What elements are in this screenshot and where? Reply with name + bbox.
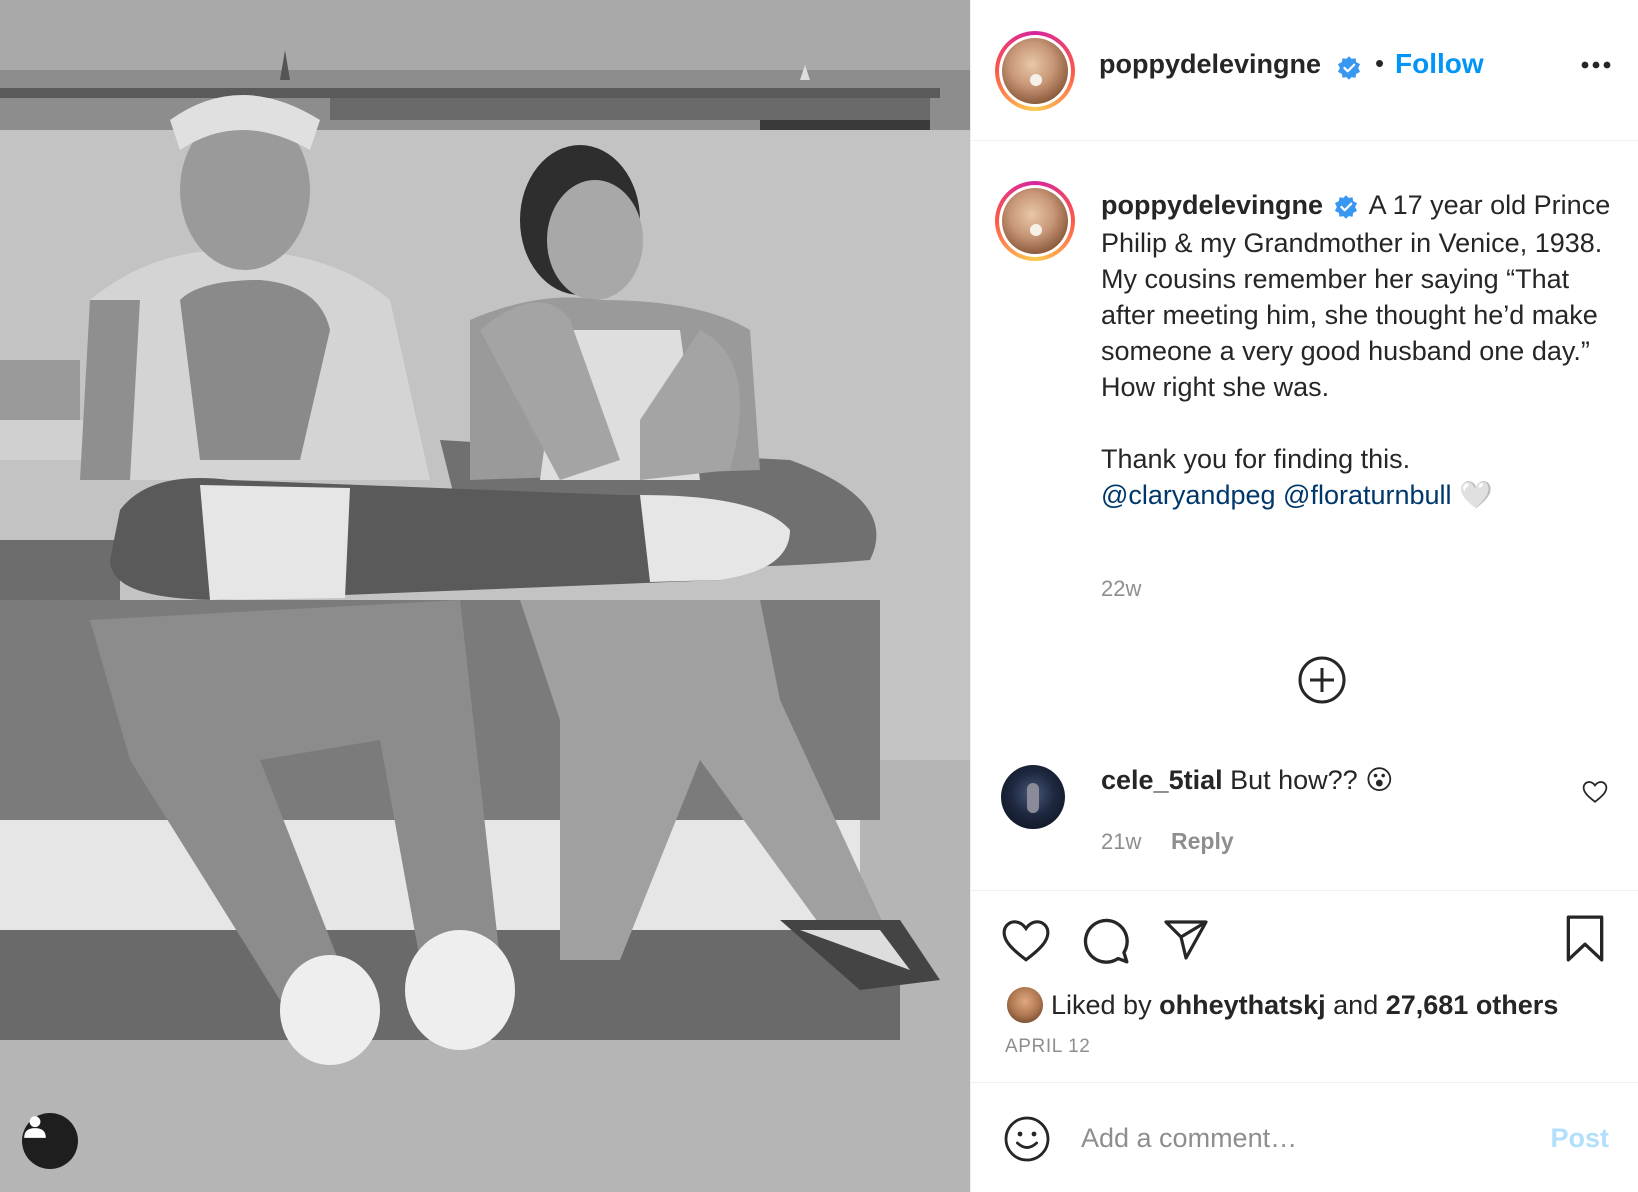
post-side-panel: poppydelevingne • Follow poppydelevingne bbox=[970, 0, 1638, 1192]
share-icon bbox=[1164, 920, 1208, 960]
comment-like-button[interactable] bbox=[1582, 780, 1608, 809]
bookmark-icon bbox=[1566, 915, 1604, 962]
comment-input[interactable] bbox=[1081, 1113, 1511, 1163]
likes-summary: Liked by ohheythatskj and 27,681 others bbox=[1005, 985, 1558, 1025]
caption-age[interactable]: 22w bbox=[1101, 576, 1141, 602]
more-options-button[interactable] bbox=[1581, 56, 1611, 74]
verified-icon bbox=[1333, 189, 1359, 225]
commenter-username[interactable]: cele_5tial bbox=[1101, 765, 1223, 795]
mention-link[interactable]: @floraturnbull bbox=[1283, 480, 1452, 510]
separator-dot: • bbox=[1375, 48, 1385, 78]
save-button[interactable] bbox=[1563, 914, 1607, 969]
tagged-users-button[interactable] bbox=[22, 1113, 78, 1169]
emoji-icon bbox=[1004, 1116, 1050, 1162]
comment-emoji: 😮 bbox=[1365, 765, 1394, 795]
add-comment-bar: Post bbox=[971, 1082, 1638, 1192]
post-comment-button[interactable]: Post bbox=[1550, 1123, 1609, 1154]
photo-illustration bbox=[0, 0, 970, 1192]
likes-prefix: Liked by bbox=[1051, 989, 1152, 1020]
more-icon bbox=[1581, 61, 1611, 69]
commenter-avatar[interactable] bbox=[1001, 765, 1065, 829]
heart-emoji: 🤍 bbox=[1459, 479, 1493, 510]
post-date[interactable]: APRIL 12 bbox=[1005, 1036, 1090, 1058]
post-caption: poppydelevingne A 17 year old Prince Phi… bbox=[1101, 187, 1611, 513]
load-more-comments-button[interactable] bbox=[1297, 655, 1347, 710]
heart-icon bbox=[1582, 781, 1608, 803]
post-header: poppydelevingne • Follow bbox=[971, 0, 1638, 141]
emoji-button[interactable] bbox=[1003, 1115, 1051, 1168]
author-username[interactable]: poppydelevingne bbox=[1099, 49, 1321, 80]
mention-link[interactable]: @claryandpeg bbox=[1101, 480, 1276, 510]
comment-button[interactable] bbox=[1081, 916, 1131, 971]
comment-age[interactable]: 21w bbox=[1101, 829, 1141, 855]
heart-icon bbox=[1002, 920, 1050, 962]
user-tag-icon bbox=[24, 1116, 46, 1138]
likes-joiner: and bbox=[1333, 989, 1379, 1020]
follow-button[interactable]: Follow bbox=[1395, 48, 1484, 80]
like-button[interactable] bbox=[1001, 918, 1051, 969]
author-avatar[interactable] bbox=[995, 31, 1075, 111]
caption-thanks: Thank you for finding this. bbox=[1101, 443, 1411, 474]
reply-button[interactable]: Reply bbox=[1171, 828, 1234, 855]
caption-username[interactable]: poppydelevingne bbox=[1101, 190, 1323, 220]
verified-icon bbox=[1336, 55, 1362, 86]
liker-username[interactable]: ohheythatskj bbox=[1159, 990, 1326, 1021]
likes-count-link[interactable]: 27,681 others bbox=[1386, 990, 1559, 1021]
caption-author-avatar[interactable] bbox=[995, 181, 1075, 261]
liker-avatar[interactable] bbox=[1005, 985, 1045, 1025]
share-button[interactable] bbox=[1161, 916, 1211, 969]
post-photo[interactable] bbox=[0, 0, 970, 1192]
load-more-icon bbox=[1298, 656, 1346, 704]
comment-text: But how?? bbox=[1230, 765, 1366, 795]
comment-body: cele_5tial But how?? 😮 bbox=[1101, 765, 1393, 796]
comment-icon bbox=[1083, 918, 1129, 964]
